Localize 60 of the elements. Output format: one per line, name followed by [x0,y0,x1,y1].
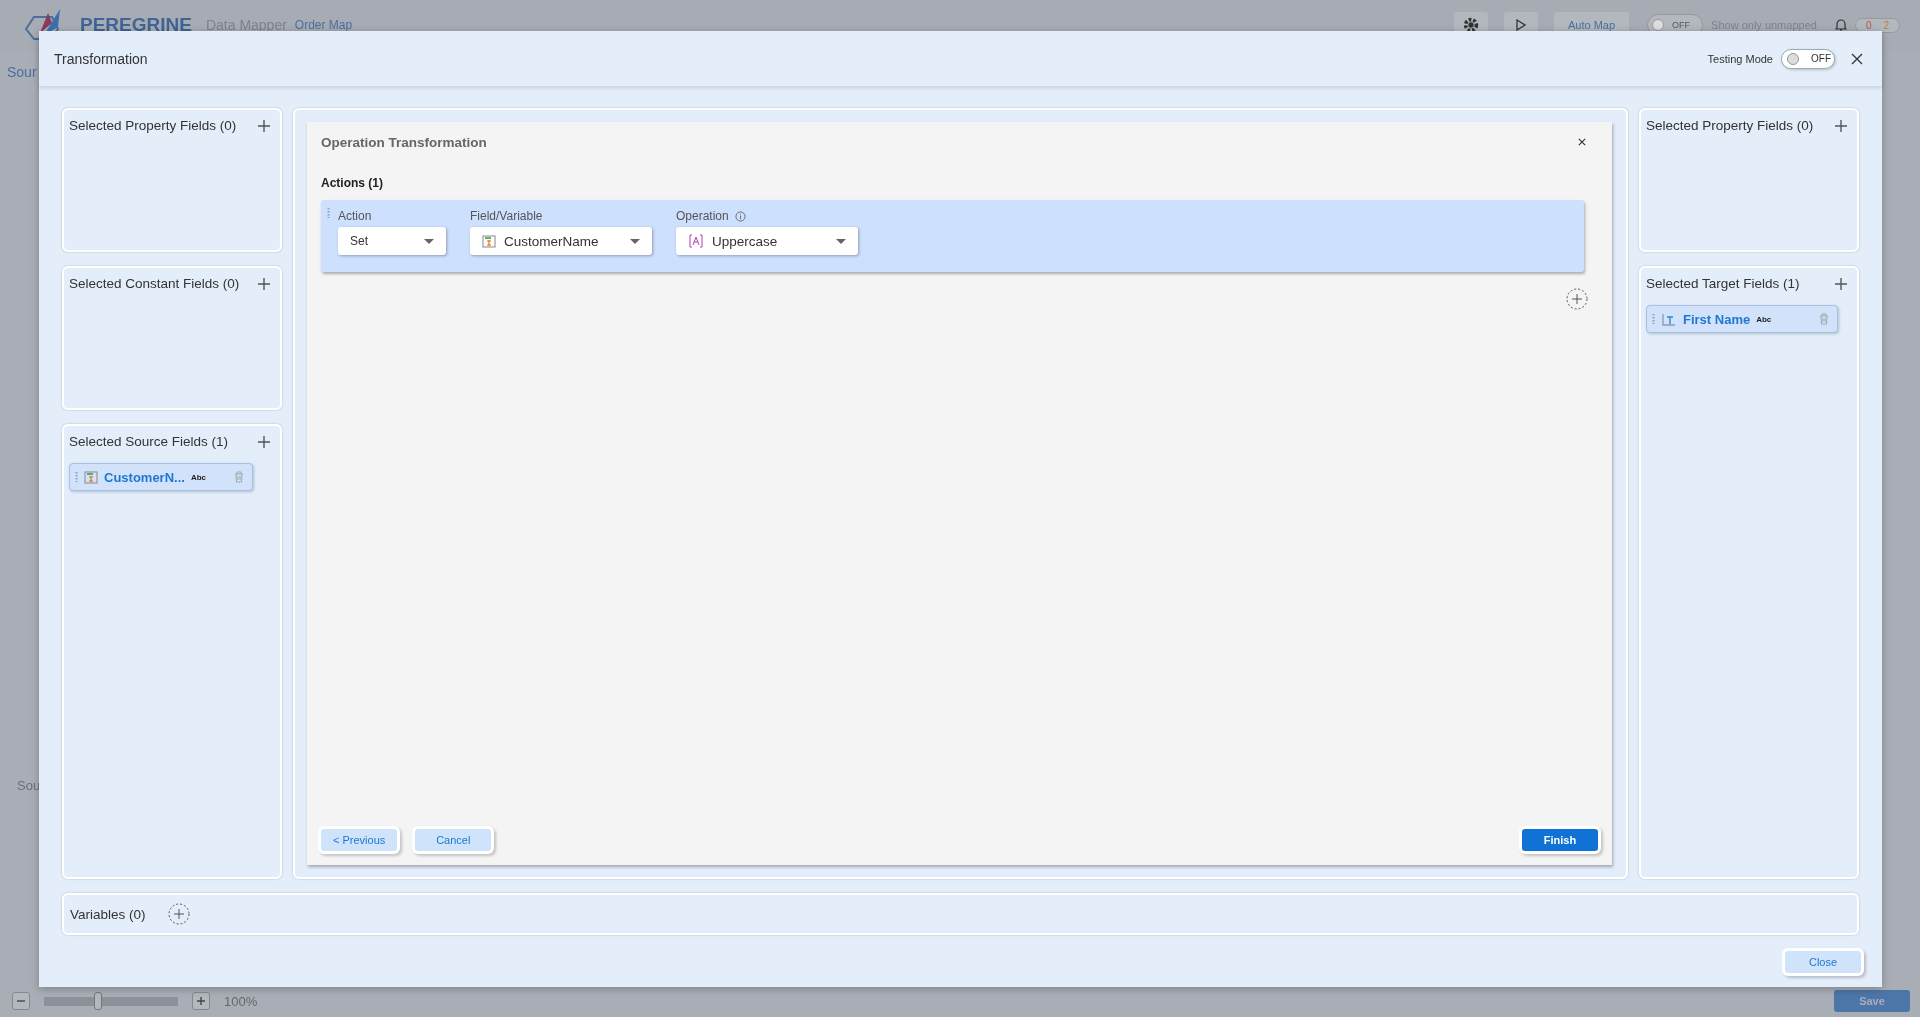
map-name-link[interactable]: Order Map [294,18,353,32]
add-variable-icon[interactable] [167,903,190,925]
add-icon[interactable] [1835,277,1847,290]
zoom-slider[interactable] [44,992,178,1010]
add-icon[interactable] [1835,119,1847,132]
close-icon[interactable] [1851,52,1863,65]
dropdown[interactable]: Set [338,227,446,255]
field-type-icon [84,470,98,484]
card-title: Operation Transformation [321,134,487,150]
panel-title: Selected Target Fields (1) [1646,276,1800,291]
dialog-title: Transformation [54,50,148,67]
zoom-out-button[interactable] [12,992,30,1010]
brand-name: PEREGRINE [80,14,192,36]
plus-icon [196,996,206,1006]
bell-icon[interactable] [1834,18,1847,32]
info-icon[interactable] [734,210,746,222]
field-label: Field/Variable [470,209,543,223]
zoom-level: 100% [224,993,258,1009]
panel-title: Selected Property Fields (0) [1646,118,1814,133]
actions-title: Actions (1) [321,176,384,190]
save-button[interactable]: Save [1834,990,1910,1012]
testing-mode-toggle[interactable]: OFF [1781,48,1835,69]
field-type-icon [482,234,496,248]
step-button[interactable]: < Previous [321,829,398,851]
add-icon[interactable] [258,435,270,448]
field-chip[interactable]: CustomerN... Abc [69,463,253,491]
drag-handle-icon [75,471,78,483]
testing-mode-label: Testing Mode [1707,52,1773,65]
close-icon[interactable] [1578,138,1586,146]
field-label: Operation [676,209,729,223]
zoom-in-button[interactable] [192,992,210,1010]
drag-handle-icon[interactable] [327,207,330,219]
play-icon [1515,19,1527,31]
settings-icon [1462,16,1480,34]
notification-counts[interactable]: 0 2 [1854,17,1900,33]
drag-handle-icon [1652,313,1655,325]
add-icon[interactable] [258,119,270,132]
field-chip[interactable]: First Name Abc [1646,305,1838,333]
close-button[interactable]: Close [1785,951,1861,973]
zoom-thumb[interactable] [94,992,103,1010]
caret-icon [630,238,640,244]
add-action-icon[interactable] [1566,288,1588,310]
step-button[interactable]: Cancel [415,829,492,851]
dropdown[interactable]: CustomerName [470,227,652,255]
variables-title: Variables (0) [70,906,146,922]
source-tab[interactable]: Sour [7,64,37,80]
panel-title: Selected Property Fields (0) [69,118,237,133]
section-title: Sou [17,778,41,793]
add-icon[interactable] [258,277,270,290]
finish-button[interactable]: Finish [1522,829,1598,851]
panel-title: Selected Source Fields (1) [69,434,229,449]
caret-icon [836,238,846,244]
caret-icon [424,238,434,244]
text-field-icon [1661,312,1677,326]
bracket-icon [688,234,704,248]
type-label: Abc [1756,314,1772,324]
type-label: Abc [190,472,207,482]
dropdown[interactable]: Uppercase [676,227,858,255]
field-label: Action [338,209,372,223]
panel-title: Selected Constant Fields (0) [69,276,240,291]
